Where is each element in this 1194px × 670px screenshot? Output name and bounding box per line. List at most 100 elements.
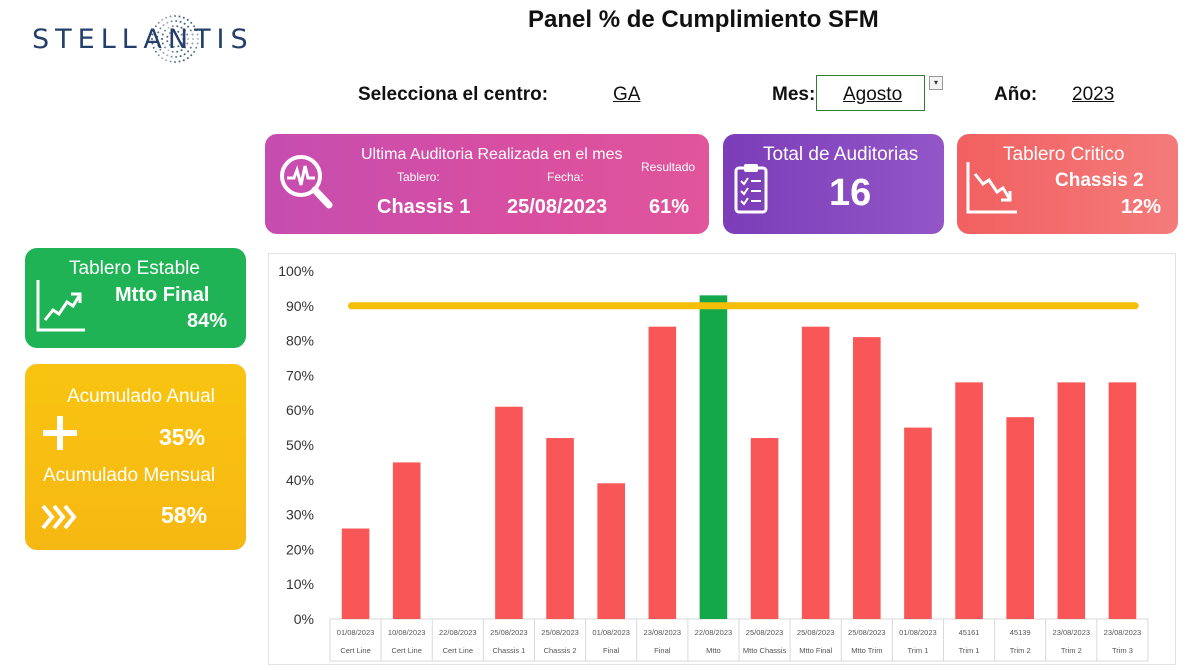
x-tick-label-board: Chassis 1 [492, 646, 525, 655]
trend-up-icon [36, 280, 85, 332]
x-tick-label-date: 22/08/2023 [439, 628, 477, 637]
bar [699, 295, 728, 619]
x-tick-label-date: 23/08/2023 [1053, 628, 1091, 637]
last-audit-card: Ultima Auditoria Realizada en el mes Tab… [265, 134, 709, 234]
y-tick-label: 80% [286, 333, 314, 349]
month-select[interactable]: Agosto [816, 75, 925, 111]
x-tick-label-board: Cert Line [391, 646, 421, 655]
month-value: Agosto [843, 84, 903, 105]
x-tick-label-date: 01/08/2023 [899, 628, 937, 637]
year-value[interactable]: 2023 [1072, 84, 1114, 106]
center-value[interactable]: GA [613, 84, 640, 106]
board-value: Chassis 1 [377, 196, 471, 218]
x-tick-label-date: 23/08/2023 [644, 628, 682, 637]
bar [495, 406, 523, 619]
bar [801, 326, 830, 619]
y-tick-label: 60% [286, 402, 314, 418]
logo-text: STELLANTIS [32, 24, 254, 55]
x-tick-label-board: Mtto Chassis [743, 646, 787, 655]
stable-board-card: Tablero Estable Mtto Final 84% [25, 248, 246, 348]
x-tick-label-date: 25/08/2023 [746, 628, 784, 637]
board-label: Tablero: [397, 170, 440, 184]
critical-title: Tablero Critico [1003, 144, 1125, 165]
y-tick-label: 30% [286, 507, 314, 523]
page-title: Panel % de Cumplimiento SFM [528, 6, 879, 33]
x-tick-label-board: Trim 2 [1010, 646, 1031, 655]
critical-board-card: Tablero Critico Chassis 2 12% [957, 134, 1178, 234]
y-tick-label: 90% [286, 298, 314, 314]
cumulative-card: Acumulado Anual 35% Acumulado Mensual 58… [25, 364, 246, 550]
x-tick-label-board: Trim 2 [1061, 646, 1082, 655]
bar [904, 427, 932, 619]
clipboard-checklist-icon [734, 164, 768, 214]
monthly-label: Acumulado Mensual [43, 465, 216, 486]
x-tick-label-date: 10/08/2023 [388, 628, 426, 637]
total-audits-value: 16 [829, 172, 872, 214]
stable-value: 84% [187, 310, 228, 332]
result-value: 61% [649, 196, 690, 218]
x-tick-label-board: Final [654, 646, 671, 655]
x-tick-label-board: Cert Line [443, 646, 473, 655]
critical-board: Chassis 2 [1055, 170, 1144, 191]
date-label: Fecha: [547, 170, 584, 184]
y-tick-label: 50% [286, 437, 314, 453]
month-label: Mes: [772, 84, 816, 105]
x-tick-label-board: Final [603, 646, 620, 655]
bar [341, 528, 370, 619]
annual-label: Acumulado Anual [67, 386, 215, 407]
bar [853, 337, 881, 619]
magnifier-pulse-icon [280, 155, 333, 209]
monthly-value: 58% [161, 502, 208, 528]
last-audit-title: Ultima Auditoria Realizada en el mes [361, 146, 623, 163]
bar [648, 326, 677, 619]
x-tick-label-date: 25/08/2023 [490, 628, 528, 637]
critical-value: 12% [1121, 196, 1162, 218]
x-tick-label-board: Trim 1 [907, 646, 928, 655]
bar [1006, 417, 1034, 619]
x-tick-label-board: Mtto Final [799, 646, 832, 655]
x-tick-label-date: 25/08/2023 [848, 628, 886, 637]
bar [597, 483, 625, 619]
bar [392, 462, 421, 619]
chevrons-right-icon [41, 504, 77, 530]
x-tick-label-board: Chassis 2 [544, 646, 577, 655]
x-tick-label-date: 23/08/2023 [1104, 628, 1142, 637]
x-tick-label-date: 01/08/2023 [337, 628, 375, 637]
month-dropdown-arrow-icon[interactable]: ▾ [929, 76, 943, 90]
bar [955, 382, 983, 619]
annual-value: 35% [159, 424, 206, 450]
bar [750, 438, 779, 619]
y-tick-label: 40% [286, 472, 314, 488]
stable-title: Tablero Estable [69, 258, 200, 279]
x-tick-label-board: Trim 3 [1112, 646, 1133, 655]
trend-down-icon [966, 162, 1017, 214]
x-tick-label-date: 25/08/2023 [797, 628, 835, 637]
x-tick-label-board: Mtto [706, 646, 721, 655]
x-tick-label-board: Trim 1 [959, 646, 980, 655]
y-tick-label: 10% [286, 576, 314, 592]
x-tick-label-date: 45161 [959, 628, 980, 637]
total-audits-card: Total de Auditorias 16 [723, 134, 944, 234]
center-label: Selecciona el centro: [358, 84, 549, 105]
compliance-bar-chart: 0% 10% 20% 30% 40% 50% 60% 70% 80% 90% 100% 01/08/2… [278, 263, 1149, 662]
date-value: 25/08/2023 [507, 196, 608, 218]
stable-board: Mtto Final [115, 284, 210, 306]
x-tick-label-board: Cert Line [340, 646, 370, 655]
bar [546, 438, 574, 619]
plus-icon [43, 416, 77, 450]
result-label: Resultado [641, 160, 696, 174]
year-label: Año: [994, 84, 1038, 105]
total-audits-title: Total de Auditorias [763, 144, 919, 165]
x-tick-label-date: 01/08/2023 [592, 628, 630, 637]
y-tick-label: 20% [286, 541, 314, 557]
y-tick-label: 100% [278, 263, 314, 279]
y-tick-label: 70% [286, 367, 314, 383]
bar [1108, 382, 1137, 619]
y-tick-label: 0% [294, 611, 314, 627]
x-tick-label-date: 22/08/2023 [695, 628, 733, 637]
stellantis-logo: STELLANTIS [32, 15, 292, 68]
x-tick-label-date: 25/08/2023 [541, 628, 579, 637]
x-tick-label-date: 45139 [1010, 628, 1031, 637]
logo-dots-icon [151, 15, 199, 63]
bar [1057, 382, 1086, 619]
